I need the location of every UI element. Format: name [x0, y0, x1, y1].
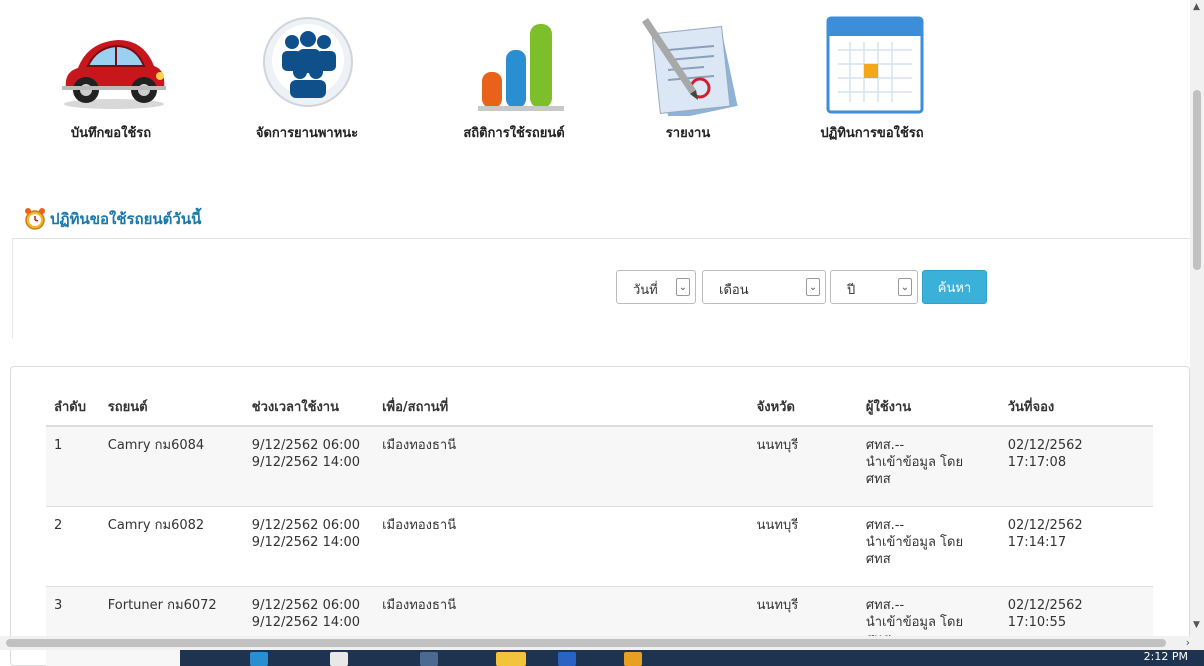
column-header-car: รถยนต์	[107, 393, 252, 427]
cell-booked: 02/12/2562 17:17:08	[1008, 426, 1153, 506]
cell-time: 9/12/2562 06:00 9/12/2562 14:00	[252, 506, 382, 586]
day-select[interactable]: วันที่ ⌄	[616, 270, 696, 304]
booked-time: 17:14:17	[1007, 534, 1067, 550]
year-select[interactable]: ปี ⌄	[830, 270, 918, 304]
chevron-down-icon: ⌄	[806, 278, 820, 296]
section-title: ปฏิทินขอใช้รถยนต์วันนี้	[50, 210, 202, 228]
column-header-no: ลำดับ	[46, 393, 108, 427]
menu-label-booking[interactable]: บันทึกขอใช้รถ	[71, 122, 151, 143]
cell-no: 2	[54, 517, 63, 533]
booked-date: 02/12/2562	[1007, 517, 1083, 533]
column-header-place: เพื่อ/สถานที่	[382, 393, 757, 427]
time-start: 9/12/2562 06:00	[251, 517, 361, 533]
chevron-up-icon[interactable]: ▲	[1193, 2, 1200, 12]
user-note: นำเข้าข้อมูล โดย	[865, 455, 964, 470]
cell-no: 1	[54, 438, 63, 453]
user-name: ศทส.--	[865, 597, 905, 613]
booked-date: 02/12/2562	[1007, 597, 1083, 613]
month-select-value: เดือน	[719, 283, 749, 298]
bar-chart-icon	[478, 24, 564, 111]
alarm-clock-icon	[25, 208, 45, 230]
column-header-user: ผู้ใช้งาน	[865, 393, 1008, 427]
time-end: 9/12/2562 14:00	[251, 614, 361, 630]
column-header-time: ช่วงเวลาใช้งาน	[251, 393, 383, 427]
time-start: 9/12/2562 06:00	[251, 597, 361, 613]
cell-user: ศทส.-- นำเข้าข้อมูล โดยศทส	[866, 426, 1008, 506]
user-note: นำเข้าข้อมูล โดย	[865, 534, 964, 550]
user-org: ศทส	[865, 551, 891, 567]
cell-time: 9/12/2562 06:00 9/12/2562 14:00	[252, 426, 382, 506]
filter-panel	[12, 238, 1193, 339]
app-icon[interactable]	[330, 652, 348, 666]
menu-label-statistics[interactable]: สถิติการใช้รถยนต์	[463, 122, 564, 143]
chevron-right-icon[interactable]: ›	[1186, 636, 1190, 650]
booked-date: 02/12/2562	[1007, 438, 1083, 453]
column-header-booked: วันที่จอง	[1007, 393, 1153, 427]
app-icon[interactable]	[624, 652, 642, 666]
cell-user: ศทส.--นำเข้าข้อมูล โดยศทส	[866, 506, 1008, 586]
cell-car: Camry กม6084	[107, 438, 205, 453]
table-header-row: ลำดับ รถยนต์ ช่วงเวลาใช้งาน เพื่อ/สถานที…	[46, 393, 1153, 427]
year-select-value: ปี	[847, 283, 856, 298]
menu-label-calendar[interactable]: ปฏิทินการขอใช้รถ	[820, 122, 923, 143]
bookings-table: ลำดับ รถยนต์ ช่วงเวลาใช้งาน เพื่อ/สถานที…	[46, 393, 1153, 666]
cell-place: เมืองทองธานี	[382, 517, 457, 533]
cell-province: นนทบุรี	[756, 517, 799, 533]
cell-booked: 02/12/2562 17:14:17	[1008, 506, 1153, 586]
user-org: ศทส	[865, 472, 891, 487]
chevron-down-icon: ⌄	[898, 278, 912, 296]
menu-label-report[interactable]: รายงาน	[666, 122, 710, 143]
time-end: 9/12/2562 14:00	[251, 534, 361, 550]
column-header-province: จังหวัด	[756, 393, 866, 427]
month-select[interactable]: เดือน ⌄	[702, 270, 826, 304]
car-icon	[62, 40, 166, 109]
folder-icon[interactable]	[496, 652, 526, 666]
time-end: 9/12/2562 14:00	[251, 455, 361, 470]
taskbar: 2:12 PM	[180, 650, 1204, 666]
calendar-icon	[826, 16, 924, 114]
booked-time: 17:17:08	[1007, 455, 1067, 470]
document-pen-icon	[642, 18, 738, 116]
table-row[interactable]: 2 Camry กม6082 9/12/2562 06:00 9/12/2562 …	[46, 506, 1153, 586]
vertical-scrollbar-thumb[interactable]	[1193, 90, 1201, 270]
users-icon	[263, 17, 353, 107]
taskbar-clock: 2:12 PM	[1143, 650, 1188, 663]
browser-icon[interactable]	[250, 652, 268, 666]
day-select-value: วันที่	[633, 283, 658, 298]
cell-province: นนทบุรี	[756, 438, 799, 453]
user-note: นำเข้าข้อมูล โดย	[865, 614, 964, 630]
user-name: ศทส.--	[865, 517, 905, 533]
table-row[interactable]: 1 Camry กม6084 9/12/2562 06:00 9/12/2562 …	[46, 426, 1153, 506]
chevron-down-icon: ⌄	[676, 278, 690, 296]
section-heading: ปฏิทินขอใช้รถยนต์วันนี้	[24, 206, 201, 232]
user-name: ศทส.--	[865, 438, 905, 453]
cell-car: Camry กม6082	[107, 517, 205, 533]
menu-label-vehicles[interactable]: จัดการยานพาหนะ	[256, 122, 358, 143]
cell-place: เมืองทองธานี	[382, 438, 457, 453]
search-button[interactable]: ค้นหา	[922, 270, 987, 304]
horizontal-scrollbar-thumb[interactable]	[6, 639, 1166, 647]
booked-time: 17:10:55	[1007, 614, 1067, 630]
time-start: 9/12/2562 06:00	[251, 438, 361, 453]
chevron-down-icon[interactable]: ▼	[1193, 620, 1200, 630]
cell-no: 3	[54, 597, 63, 613]
vertical-scrollbar[interactable]: ▲ ▼	[1190, 0, 1204, 636]
app-icon[interactable]	[420, 652, 438, 666]
app-icon[interactable]	[558, 652, 576, 666]
horizontal-scrollbar[interactable]: ›	[0, 636, 1204, 650]
